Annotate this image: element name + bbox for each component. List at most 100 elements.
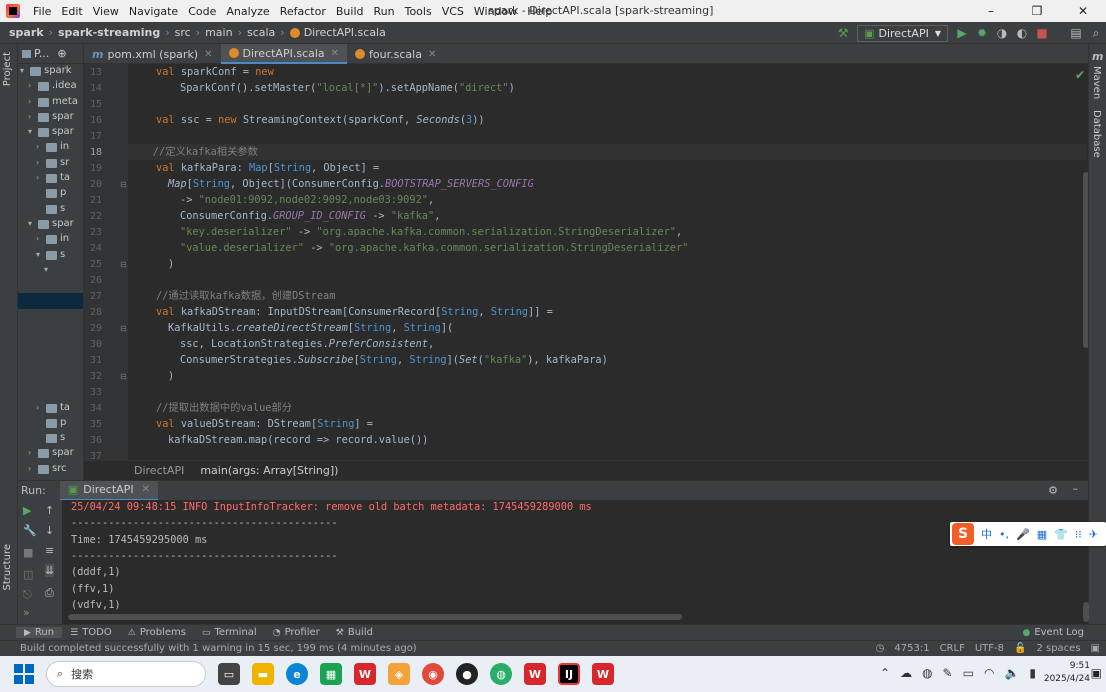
netease-music-icon[interactable]: ◉ bbox=[422, 663, 444, 685]
tree-item[interactable] bbox=[18, 309, 83, 324]
tab-pom-xml[interactable]: m pom.xml (spark) ✕ bbox=[84, 44, 221, 64]
maven-tool-tab[interactable]: Maven bbox=[1091, 66, 1102, 99]
fold-marker-icon[interactable]: ⊟ bbox=[120, 324, 127, 333]
tree-item[interactable] bbox=[18, 324, 83, 339]
code-editor[interactable]: val sparkConf = new SparkConf().setMaste… bbox=[128, 64, 1086, 460]
database-tool-tab[interactable]: Database bbox=[1091, 110, 1102, 158]
task-view-icon[interactable]: ▭ bbox=[218, 663, 240, 685]
tree-item[interactable] bbox=[18, 355, 83, 370]
tool-tab-terminal[interactable]: ▭ Terminal bbox=[194, 627, 265, 638]
tree-item[interactable]: p bbox=[18, 186, 83, 201]
status-message[interactable]: Build completed successfully with 1 warn… bbox=[20, 643, 417, 654]
chevron-down-icon[interactable]: ▾ bbox=[28, 219, 32, 228]
gear-icon[interactable]: ⚙ bbox=[1048, 484, 1058, 497]
ime-skin-icon[interactable]: 👕 bbox=[1054, 528, 1068, 541]
tool-tab-build[interactable]: ⚒ Build bbox=[328, 627, 381, 638]
console-vertical-scrollbar[interactable] bbox=[1083, 602, 1089, 622]
hide-panel-icon[interactable]: – bbox=[1073, 482, 1079, 495]
chevron-right-icon[interactable]: › bbox=[36, 142, 39, 151]
file-encoding[interactable]: UTF-8 bbox=[975, 643, 1004, 654]
more-icon[interactable]: » bbox=[23, 606, 30, 619]
tree-item[interactable]: › in bbox=[18, 140, 83, 155]
close-tab-icon[interactable]: ✕ bbox=[142, 484, 150, 495]
menu-navigate[interactable]: Navigate bbox=[124, 5, 183, 18]
tree-item[interactable] bbox=[18, 278, 83, 293]
ime-punctuation-icon[interactable]: •, bbox=[999, 528, 1009, 541]
tree-item[interactable]: › in bbox=[18, 232, 83, 247]
fold-marker-icon[interactable]: ⊟ bbox=[120, 260, 127, 269]
tree-item[interactable] bbox=[18, 339, 83, 354]
tree-item[interactable]: › spar bbox=[18, 446, 83, 461]
run-tab-directapi[interactable]: ▣ DirectAPI ✕ bbox=[59, 480, 158, 501]
tree-item[interactable]: ▾ bbox=[18, 263, 83, 278]
ime-microphone-icon[interactable]: 🎤 bbox=[1016, 528, 1030, 541]
rerun-icon[interactable]: ▶ bbox=[23, 504, 31, 517]
tree-item[interactable]: p bbox=[18, 416, 83, 431]
wps-writer-icon[interactable]: W bbox=[592, 663, 614, 685]
battery-icon[interactable]: ▮ bbox=[1029, 666, 1036, 680]
close-tab-icon[interactable]: ✕ bbox=[331, 48, 339, 59]
chevron-down-icon[interactable]: ▾ bbox=[20, 66, 24, 75]
project-tree[interactable]: ▾ spark › .idea › meta › spar ▾ spar › in › sr › ta p s ▾ s… bbox=[18, 64, 83, 477]
app-icon[interactable]: ◈ bbox=[388, 663, 410, 685]
close-tab-icon[interactable]: ✕ bbox=[204, 49, 212, 60]
menu-vcs[interactable]: VCS bbox=[437, 5, 469, 18]
wps-office-icon[interactable]: W bbox=[354, 663, 376, 685]
no-problems-check-icon[interactable]: ✔ bbox=[1075, 68, 1085, 82]
menu-analyze[interactable]: Analyze bbox=[221, 5, 274, 18]
qq-icon[interactable]: ● bbox=[456, 663, 478, 685]
chevron-right-icon[interactable]: › bbox=[36, 234, 39, 243]
soft-wrap-icon[interactable]: ≡ bbox=[45, 544, 54, 557]
fold-marker-icon[interactable]: ⊟ bbox=[120, 372, 127, 381]
tree-item[interactable]: s bbox=[18, 202, 83, 217]
tree-item[interactable]: › sr bbox=[18, 156, 83, 171]
breadcrumb-spark-streaming[interactable]: spark-streaming bbox=[55, 26, 163, 39]
breadcrumb-spark[interactable]: spark bbox=[6, 26, 47, 39]
menu-run[interactable]: Run bbox=[369, 5, 400, 18]
notification-icon[interactable]: ▣ bbox=[1091, 643, 1100, 654]
build-hammer-icon[interactable]: ⚒ bbox=[833, 23, 853, 43]
menu-code[interactable]: Code bbox=[183, 5, 221, 18]
menu-refactor[interactable]: Refactor bbox=[275, 5, 331, 18]
store-app-icon[interactable]: ▦ bbox=[320, 663, 342, 685]
lock-icon[interactable]: 🔓 bbox=[1014, 643, 1026, 654]
chevron-right-icon[interactable]: › bbox=[36, 158, 39, 167]
menu-file[interactable]: File bbox=[28, 5, 56, 18]
menu-edit[interactable]: Edit bbox=[56, 5, 87, 18]
breadcrumb-main[interactable]: main bbox=[202, 26, 235, 39]
indent-setting[interactable]: 2 spaces bbox=[1036, 643, 1080, 654]
tree-item[interactable]: › src bbox=[18, 462, 83, 477]
fold-marker-icon[interactable]: ⊟ bbox=[120, 180, 127, 189]
scroll-to-end-icon[interactable]: ⇊ bbox=[45, 564, 55, 577]
wps-icon[interactable]: W bbox=[524, 663, 546, 685]
tab-four-scala[interactable]: four.scala ✕ bbox=[347, 44, 444, 64]
run-icon[interactable]: ▶ bbox=[952, 23, 972, 43]
chevron-right-icon[interactable]: › bbox=[28, 464, 31, 473]
tree-item[interactable]: s bbox=[18, 431, 83, 446]
tree-item[interactable]: › spar bbox=[18, 110, 83, 125]
scroll-up-icon[interactable]: ↑ bbox=[45, 504, 54, 517]
tree-item[interactable]: › meta bbox=[18, 95, 83, 110]
chevron-right-icon[interactable]: › bbox=[36, 403, 39, 412]
breadcrumb-scala[interactable]: scala bbox=[244, 26, 278, 39]
chevron-up-icon[interactable]: ⌃ bbox=[880, 666, 890, 680]
edge-browser-icon[interactable]: e bbox=[286, 663, 308, 685]
wechat-icon[interactable]: ◍ bbox=[490, 663, 512, 685]
tab-directapi-scala[interactable]: DirectAPI.scala ✕ bbox=[220, 44, 348, 64]
caret-position[interactable]: 4753:1 bbox=[894, 643, 929, 654]
locate-icon[interactable]: ⊕ bbox=[57, 47, 66, 60]
wechat-tray-icon[interactable]: ◍ bbox=[922, 666, 932, 680]
close-tab-icon[interactable]: ✕ bbox=[428, 49, 436, 60]
breadcrumb-file[interactable]: DirectAPI.scala bbox=[287, 26, 389, 39]
code-breadcrumb-object[interactable]: DirectAPI bbox=[134, 464, 184, 477]
taskbar-clock[interactable]: 9:51 2025/4/24 bbox=[1044, 660, 1090, 686]
intellij-taskbar-icon[interactable]: IJ bbox=[558, 663, 580, 685]
search-icon[interactable]: ⌕ bbox=[1086, 23, 1106, 43]
chevron-right-icon[interactable]: › bbox=[28, 112, 31, 121]
tool-tab-profiler[interactable]: ◔ Profiler bbox=[265, 627, 328, 638]
tree-item[interactable] bbox=[18, 293, 83, 309]
windows-start-icon[interactable] bbox=[14, 664, 34, 684]
exit-icon[interactable]: ⎋ bbox=[23, 588, 32, 602]
chevron-right-icon[interactable]: › bbox=[28, 81, 31, 90]
ime-toolbox-icon[interactable]: ⁝⁝ bbox=[1075, 528, 1082, 541]
